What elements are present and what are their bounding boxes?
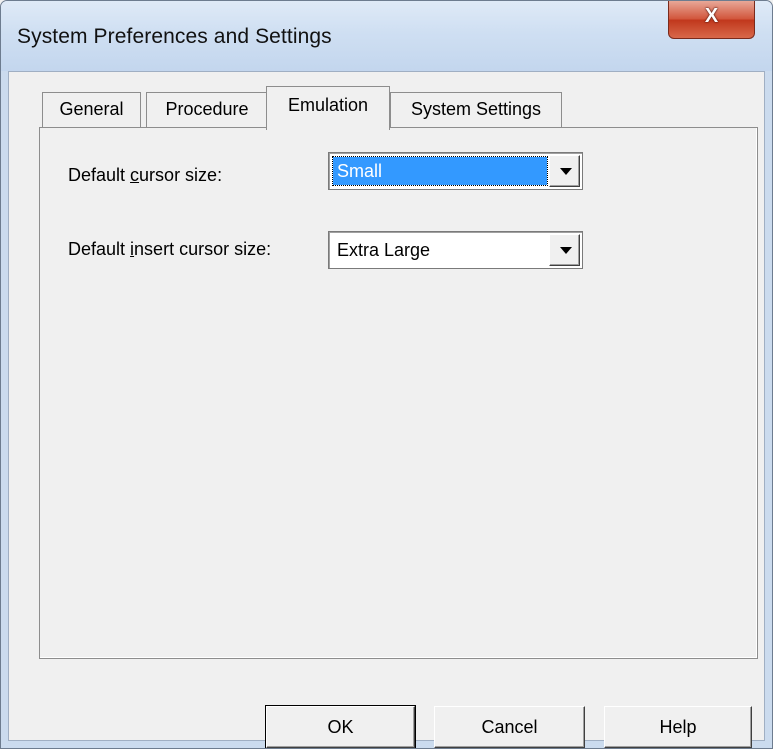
tab-procedure[interactable]: Procedure — [146, 92, 268, 128]
cursor-size-value: Small — [332, 156, 548, 186]
tab-label: Emulation — [287, 95, 369, 115]
tab-emulation[interactable]: Emulation — [266, 86, 390, 130]
default-cursor-size-label: Default cursor size: — [68, 165, 223, 185]
insert-cursor-size-select[interactable]: Extra Large — [328, 231, 583, 269]
tab-label: System Settings — [410, 99, 542, 119]
title-bar[interactable]: System Preferences and Settings X — [1, 1, 772, 71]
close-button[interactable]: X — [668, 1, 755, 39]
ok-button[interactable]: OK — [265, 705, 416, 748]
default-insert-cursor-size-label: Default insert cursor size: — [68, 239, 272, 259]
close-icon: X — [704, 5, 719, 27]
tab-label: Procedure — [165, 99, 249, 119]
chevron-down-icon[interactable] — [549, 234, 580, 266]
insert-cursor-size-value: Extra Large — [337, 240, 431, 260]
cursor-size-select[interactable]: Small — [328, 152, 583, 190]
window-title: System Preferences and Settings — [17, 25, 332, 48]
tab-system-settings[interactable]: System Settings — [390, 92, 562, 128]
emulation-tab-panel — [39, 127, 758, 659]
dialog-client-area: General Procedure Emulation System Setti… — [8, 71, 765, 748]
help-button[interactable]: Help — [604, 706, 752, 748]
tab-general[interactable]: General — [42, 92, 141, 128]
chevron-down-icon[interactable] — [549, 155, 580, 187]
dialog-window: System Preferences and Settings X Genera… — [0, 0, 773, 749]
cancel-button[interactable]: Cancel — [434, 706, 585, 748]
tab-label: General — [59, 99, 124, 119]
